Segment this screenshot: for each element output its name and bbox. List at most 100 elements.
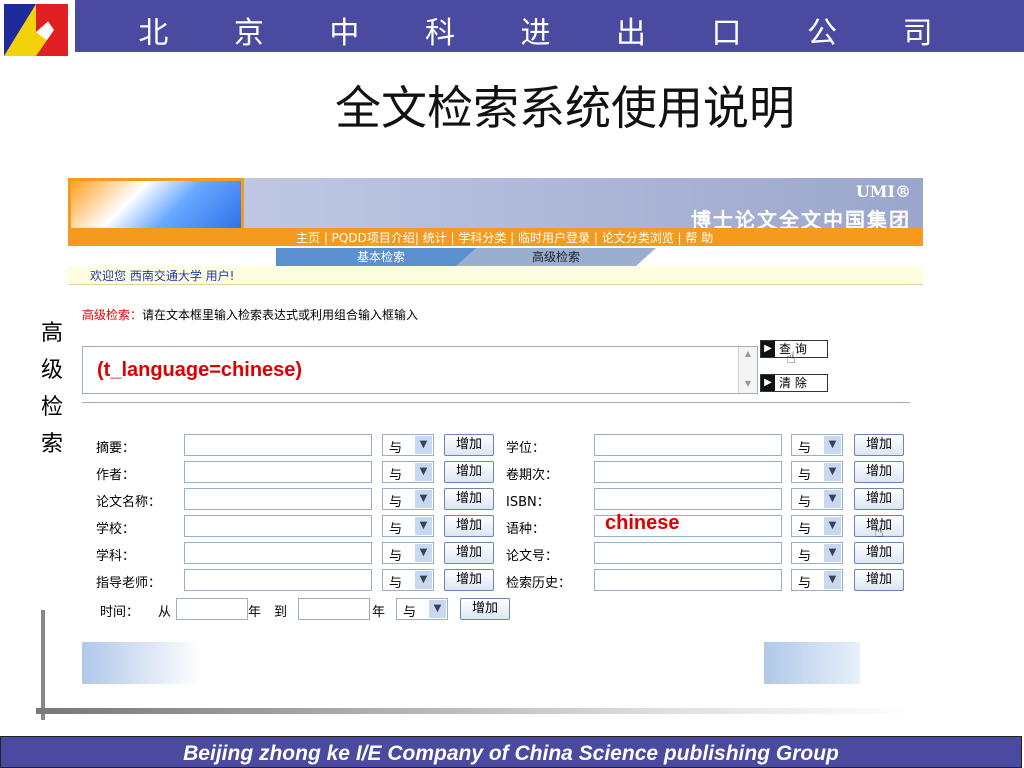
chevron-down-icon: ▼: [415, 544, 432, 562]
operator-select[interactable]: 与 ▼: [791, 434, 843, 456]
scroll-down-icon[interactable]: ▼: [743, 379, 753, 391]
operator-value: 与: [389, 549, 403, 564]
add-button[interactable]: 增加: [854, 542, 904, 564]
field-label: 摘要：: [96, 441, 136, 456]
author-input[interactable]: [184, 461, 372, 483]
volume-input[interactable]: [594, 461, 782, 483]
footer-gradient-left: [82, 642, 202, 684]
operator-select[interactable]: 与 ▼: [396, 598, 448, 620]
operator-select[interactable]: 与 ▼: [382, 542, 434, 564]
chevron-down-icon: ▼: [824, 544, 841, 562]
add-button[interactable]: 增加: [854, 461, 904, 483]
chevron-down-icon: ▼: [429, 600, 446, 618]
play-icon: ▶: [761, 375, 775, 391]
add-button[interactable]: 增加: [444, 569, 494, 591]
add-button[interactable]: 增加: [460, 598, 510, 620]
site-nav-links[interactable]: 主页 | PQDD项目介绍| 统计 | 学科分类 | 临时用户登录 | 论文分类…: [296, 229, 713, 246]
footer-text: Beijing zhong ke I/E Company of China Sc…: [183, 742, 839, 765]
umi-logo: UMI®: [855, 182, 911, 201]
add-button[interactable]: 增加: [444, 488, 494, 510]
advisor-input[interactable]: [184, 569, 372, 591]
thesis-number-input[interactable]: [594, 542, 782, 564]
operator-select[interactable]: 与 ▼: [791, 488, 843, 510]
operator-value: 与: [798, 549, 812, 564]
year-label: 年: [372, 605, 386, 620]
field-label: 论文名称：: [96, 495, 162, 510]
site-nav[interactable]: 主页 | PQDD项目介绍| 统计 | 学科分类 | 临时用户登录 | 论文分类…: [68, 228, 923, 246]
time-label: 时间：: [100, 605, 140, 620]
hint-text: 请在文本框里输入检索表达式或利用组合输入框输入: [142, 308, 419, 322]
side-label-char: 级: [40, 358, 63, 383]
isbn-input[interactable]: [594, 488, 782, 510]
language-input[interactable]: chinese: [594, 512, 782, 537]
field-label: 学位：: [506, 441, 546, 456]
chevron-down-icon: ▼: [824, 490, 841, 508]
search-hint: 高级检索：请在文本框里输入检索表达式或利用组合输入框输入: [82, 306, 418, 323]
operator-select[interactable]: 与 ▼: [791, 569, 843, 591]
degree-input[interactable]: [594, 434, 782, 456]
field-row: 学科： 与 ▼ 增加 论文号： 与 ▼ 增加: [96, 542, 916, 564]
hand-cursor-icon: ☝: [874, 522, 884, 541]
operator-select[interactable]: 与 ▼: [382, 434, 434, 456]
field-label: 学科：: [96, 549, 136, 564]
side-label-char: 高: [40, 321, 63, 346]
operator-select[interactable]: 与 ▼: [791, 461, 843, 483]
year-to-input[interactable]: [298, 598, 370, 620]
field-label: 学校：: [96, 522, 136, 537]
field-row: 摘要： 与 ▼ 增加 学位： 与 ▼ 增加: [96, 434, 916, 456]
operator-select[interactable]: 与 ▼: [382, 488, 434, 510]
chevron-down-icon: ▼: [415, 436, 432, 454]
welcome-bar: 欢迎您 西南交通大学 用户!: [68, 266, 923, 285]
operator-value: 与: [389, 495, 403, 510]
search-history-input[interactable]: [594, 569, 782, 591]
field-row: 作者： 与 ▼ 增加 卷期次： 与 ▼ 增加: [96, 461, 916, 483]
field-label: 作者：: [96, 468, 136, 483]
tab-advanced-search[interactable]: 高级检索: [456, 248, 656, 266]
add-button[interactable]: 增加: [444, 542, 494, 564]
operator-select[interactable]: 与 ▼: [382, 461, 434, 483]
school-input[interactable]: [184, 515, 372, 537]
slide-title: 全文检索系统使用说明: [335, 81, 795, 135]
clear-button[interactable]: ▶ 清 除: [760, 374, 828, 392]
operator-select[interactable]: 与 ▼: [791, 515, 843, 537]
chevron-down-icon: ▼: [415, 517, 432, 535]
add-button[interactable]: 增加: [444, 515, 494, 537]
time-row: 时间： 从 年 到 年 与 ▼ 增加: [96, 598, 916, 620]
hint-label: 高级检索：: [82, 308, 143, 322]
field-label: 卷期次：: [506, 468, 559, 483]
query-text: (t_language=chinese): [97, 359, 303, 381]
add-button[interactable]: 增加: [854, 488, 904, 510]
chevron-down-icon: ▼: [824, 571, 841, 589]
field-label: 论文号：: [506, 549, 559, 564]
company-logo: [4, 4, 68, 56]
tab-basic-search[interactable]: 基本检索: [276, 248, 486, 266]
operator-select[interactable]: 与 ▼: [382, 569, 434, 591]
footer-bar: Beijing zhong ke I/E Company of China Sc…: [0, 736, 1022, 768]
query-scrollbar[interactable]: ▲ ▼: [738, 347, 757, 393]
add-button[interactable]: 增加: [854, 434, 904, 456]
clear-button-label: 清 除: [779, 376, 807, 390]
to-label: 到: [274, 605, 288, 620]
header-bar: 北 京 中 科 进 出 口 公 司: [75, 0, 1024, 52]
query-textarea[interactable]: (t_language=chinese) ▲ ▼: [82, 346, 758, 394]
chevron-down-icon: ▼: [824, 517, 841, 535]
add-button[interactable]: 增加: [854, 569, 904, 591]
side-label-char: 检: [40, 395, 63, 420]
subject-input[interactable]: [184, 542, 372, 564]
field-label: 语种：: [506, 522, 546, 537]
operator-select[interactable]: 与 ▼: [382, 515, 434, 537]
search-page: UMI® 博士论文全文中国集团 主页 | PQDD项目介绍| 统计 | 学科分类…: [68, 170, 926, 690]
from-label: 从: [158, 605, 172, 620]
scroll-up-icon[interactable]: ▲: [743, 349, 753, 361]
title-input[interactable]: [184, 488, 372, 510]
divider: [82, 402, 910, 403]
year-from-input[interactable]: [176, 598, 248, 620]
abstract-input[interactable]: [184, 434, 372, 456]
operator-select[interactable]: 与 ▼: [791, 542, 843, 564]
chevron-down-icon: ▼: [415, 463, 432, 481]
chevron-down-icon: ▼: [824, 463, 841, 481]
add-button[interactable]: 增加: [444, 434, 494, 456]
chevron-down-icon: ▼: [824, 436, 841, 454]
add-button[interactable]: 增加: [444, 461, 494, 483]
company-name: 北 京 中 科 进 出 口 公 司: [138, 16, 961, 51]
